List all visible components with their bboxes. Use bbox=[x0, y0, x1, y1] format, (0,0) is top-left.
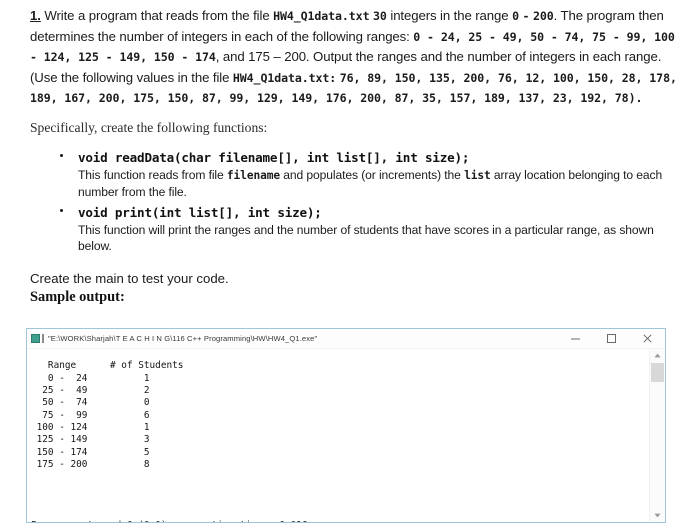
create-main-line: Create the main to test your code. bbox=[30, 270, 229, 286]
question-number: 1. bbox=[30, 8, 41, 23]
question-text: Write a program that reads from the file… bbox=[30, 8, 677, 106]
bullet-dot-icon bbox=[60, 153, 64, 158]
scrollbar-thumb[interactable] bbox=[651, 363, 664, 382]
scrollbar-track[interactable] bbox=[650, 362, 665, 509]
console-title: "E:\WORK\Sharjah\T E A C H I N G\116 C++… bbox=[48, 334, 318, 343]
bullet-dot-icon bbox=[60, 208, 64, 213]
function-signature: void print(int list[], int size); bbox=[78, 204, 322, 220]
question-paragraph: 1. Write a program that reads from the f… bbox=[30, 0, 678, 109]
function-description: This function reads from file filename a… bbox=[78, 167, 663, 200]
scroll-down-arrow-icon[interactable] bbox=[650, 509, 665, 522]
scroll-up-arrow-icon[interactable] bbox=[650, 349, 665, 362]
list-item: void readData(char filename[], int list[… bbox=[30, 148, 678, 201]
console-icon-bar-icon bbox=[42, 334, 44, 343]
console-titlebar[interactable]: "E:\WORK\Sharjah\T E A C H I N G\116 C++… bbox=[27, 329, 665, 349]
list-item: void print(int list[], int size); This f… bbox=[30, 203, 678, 255]
console-output-text: Range # of Students 0 - 24 1 25 - 49 2 5… bbox=[36, 360, 184, 471]
function-description: This function will print the ranges and … bbox=[78, 222, 654, 254]
minimize-button[interactable] bbox=[557, 329, 593, 349]
specifically-line: Specifically, create the following funct… bbox=[30, 119, 268, 135]
function-signature: void readData(char filename[], int list[… bbox=[78, 149, 470, 165]
process-returned-line: Process returned 0 (0x0) execution time … bbox=[31, 520, 319, 522]
console-window: "E:\WORK\Sharjah\T E A C H I N G\116 C++… bbox=[26, 328, 666, 523]
function-list: void readData(char filename[], int list[… bbox=[30, 136, 678, 255]
close-button[interactable] bbox=[629, 329, 665, 349]
document-body: 1. Write a program that reads from the f… bbox=[30, 0, 678, 309]
console-output-area[interactable]: Range # of Students 0 - 24 1 25 - 49 2 5… bbox=[27, 349, 665, 522]
console-scrollbar[interactable] bbox=[649, 349, 665, 522]
console-app-icon bbox=[31, 334, 40, 343]
maximize-button[interactable] bbox=[593, 329, 629, 349]
sample-output-label: Sample output: bbox=[30, 288, 125, 305]
window-controls bbox=[557, 329, 665, 348]
